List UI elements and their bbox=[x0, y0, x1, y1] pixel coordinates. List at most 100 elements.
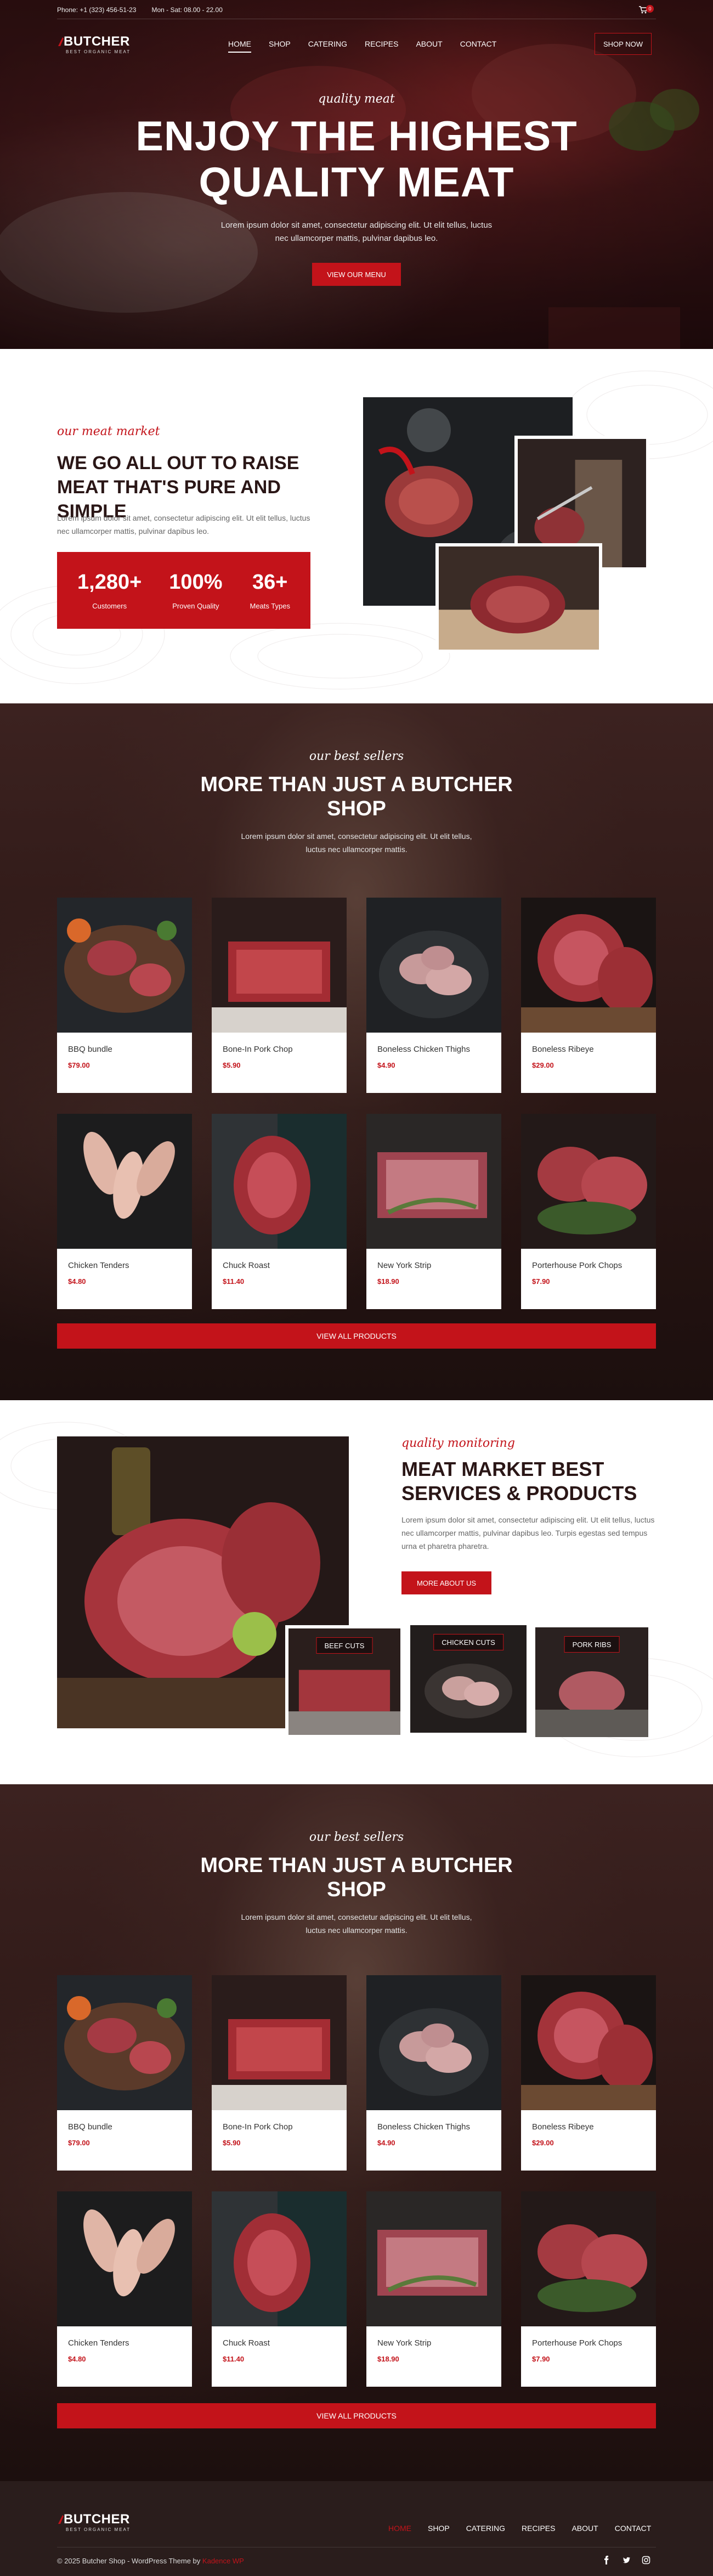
product-card[interactable]: Boneless Ribeye $29.00 bbox=[521, 1975, 656, 2171]
facebook-icon[interactable] bbox=[602, 2556, 611, 2564]
footer-nav-shop[interactable]: SHOP bbox=[428, 2524, 450, 2533]
service-card-chicken-cuts[interactable]: CHICKEN CUTS bbox=[410, 1625, 527, 1733]
bestsellers-eyebrow: our best sellers bbox=[309, 749, 404, 763]
product-name[interactable]: Boneless Chicken Thighs bbox=[377, 1045, 470, 1054]
bestsellers-eyebrow: our best sellers bbox=[309, 1830, 404, 1844]
stat-label: Meats Types bbox=[250, 602, 290, 610]
product-name[interactable]: Bone-In Pork Chop bbox=[223, 1045, 293, 1054]
service-card-pork-ribs[interactable]: PORK RIBS bbox=[535, 1627, 648, 1737]
product-name[interactable]: BBQ bundle bbox=[68, 2122, 112, 2132]
product-price: $4.80 bbox=[68, 2355, 86, 2363]
theme-author-link[interactable]: Kadence WP bbox=[202, 2557, 244, 2565]
product-image bbox=[57, 2191, 192, 2326]
product-name[interactable]: BBQ bundle bbox=[68, 1045, 112, 1054]
hero-content: quality meat ENJOY THE HIGHEST QUALITY M… bbox=[0, 92, 713, 286]
bestsellers-title: MORE THAN JUST A BUTCHER SHOP bbox=[200, 773, 513, 820]
product-card[interactable]: Boneless Chicken Thighs $4.90 bbox=[366, 1975, 501, 2171]
footer-nav-about[interactable]: ABOUT bbox=[571, 2524, 598, 2533]
cart-button[interactable]: 0 bbox=[638, 4, 655, 15]
view-all-products-button[interactable]: VIEW ALL PRODUCTS bbox=[57, 1323, 656, 1349]
stats-box: 1,280+ Customers 100% Proven Quality 36+… bbox=[57, 552, 310, 629]
product-price: $79.00 bbox=[68, 2139, 90, 2147]
nav-item-recipes[interactable]: RECIPES bbox=[365, 40, 398, 48]
product-price: $18.90 bbox=[377, 1277, 399, 1286]
service-label: BEEF CUTS bbox=[316, 1637, 373, 1654]
bestsellers-title: MORE THAN JUST A BUTCHER SHOP bbox=[200, 1854, 513, 1901]
product-card[interactable]: New York Strip $18.90 bbox=[366, 2191, 501, 2387]
product-name[interactable]: Chuck Roast bbox=[223, 2338, 270, 2348]
product-name[interactable]: Bone-In Pork Chop bbox=[223, 2122, 293, 2132]
phone-text[interactable]: Phone: +1 (323) 456-51-23 bbox=[57, 6, 136, 14]
view-menu-button[interactable]: VIEW OUR MENU bbox=[312, 263, 401, 286]
product-card[interactable]: Bone-In Pork Chop $5.90 bbox=[212, 1975, 347, 2171]
product-name[interactable]: Porterhouse Pork Chops bbox=[532, 2338, 622, 2348]
footer-nav-catering[interactable]: CATERING bbox=[466, 2524, 505, 2533]
logo-slash-icon bbox=[58, 2515, 64, 2524]
product-card[interactable]: Chuck Roast $11.40 bbox=[212, 1114, 347, 1309]
nav-item-contact[interactable]: CONTACT bbox=[460, 40, 497, 48]
stat-value: 36+ bbox=[252, 571, 288, 594]
service-card-beef-cuts[interactable]: BEEF CUTS bbox=[285, 1625, 404, 1738]
services-eyebrow: quality monitoring bbox=[401, 1436, 515, 1450]
nav-item-shop[interactable]: SHOP bbox=[269, 40, 291, 48]
main-menu: HOME SHOP CATERING RECIPES ABOUT CONTACT bbox=[228, 40, 497, 53]
footer-nav-contact[interactable]: CONTACT bbox=[615, 2524, 652, 2533]
page: Phone: +1 (323) 456-51-23 Mon - Sat: 08.… bbox=[0, 0, 713, 2576]
product-name[interactable]: Chicken Tenders bbox=[68, 2338, 129, 2348]
product-card[interactable]: Chicken Tenders $4.80 bbox=[57, 2191, 192, 2387]
product-card[interactable]: Boneless Ribeye $29.00 bbox=[521, 898, 656, 1093]
hero-title-line-2: QUALITY MEAT bbox=[199, 159, 514, 206]
logo-name: BUTCHER bbox=[64, 34, 130, 49]
about-section: our meat market WE GO ALL OUT TO RAISE M… bbox=[0, 349, 713, 703]
product-image bbox=[521, 2191, 656, 2326]
shop-now-button[interactable]: SHOP NOW bbox=[595, 33, 652, 55]
footer-nav-home[interactable]: HOME bbox=[388, 2524, 411, 2533]
product-price: $29.00 bbox=[532, 1061, 554, 1069]
product-name[interactable]: Boneless Ribeye bbox=[532, 2122, 594, 2132]
product-card[interactable]: Chicken Tenders $4.80 bbox=[57, 1114, 192, 1309]
product-card[interactable]: BBQ bundle $79.00 bbox=[57, 898, 192, 1093]
product-name[interactable]: Chicken Tenders bbox=[68, 1261, 129, 1270]
product-card[interactable]: Porterhouse Pork Chops $7.90 bbox=[521, 1114, 656, 1309]
top-bar: Phone: +1 (323) 456-51-23 Mon - Sat: 08.… bbox=[57, 4, 656, 16]
nav-item-catering[interactable]: CATERING bbox=[308, 40, 347, 48]
main-navbar: BUTCHER BEST ORGANIC MEAT HOME SHOP CATE… bbox=[57, 32, 656, 59]
site-logo[interactable]: BUTCHER BEST ORGANIC MEAT bbox=[57, 32, 145, 58]
product-card[interactable]: Chuck Roast $11.40 bbox=[212, 2191, 347, 2387]
product-name[interactable]: Chuck Roast bbox=[223, 1261, 270, 1270]
hero-text: Lorem ipsum dolor sit amet, consectetur … bbox=[220, 221, 493, 243]
product-card[interactable]: Boneless Chicken Thighs $4.90 bbox=[366, 898, 501, 1093]
product-image bbox=[521, 1114, 656, 1249]
hero-section: Phone: +1 (323) 456-51-23 Mon - Sat: 08.… bbox=[0, 0, 713, 349]
product-price: $11.40 bbox=[223, 1277, 245, 1286]
bestsellers-section: our best sellers MORE THAN JUST A BUTCHE… bbox=[0, 703, 713, 1400]
about-text: Lorem ipsum dolor sit amet, consectetur … bbox=[57, 514, 310, 536]
product-name[interactable]: Boneless Chicken Thighs bbox=[377, 2122, 470, 2132]
product-card[interactable]: Porterhouse Pork Chops $7.90 bbox=[521, 2191, 656, 2387]
product-card[interactable]: BBQ bundle $79.00 bbox=[57, 1975, 192, 2171]
twitter-icon[interactable] bbox=[622, 2556, 631, 2564]
product-image bbox=[366, 1114, 501, 1249]
product-price: $29.00 bbox=[532, 2139, 554, 2147]
product-image bbox=[57, 1975, 192, 2110]
footer-logo[interactable]: BUTCHER BEST ORGANIC MEAT bbox=[57, 2510, 145, 2536]
product-name[interactable]: Boneless Ribeye bbox=[532, 1045, 594, 1054]
product-price: $18.90 bbox=[377, 2355, 399, 2363]
product-name[interactable]: New York Strip bbox=[377, 1261, 431, 1270]
footer-nav-recipes[interactable]: RECIPES bbox=[522, 2524, 555, 2533]
instagram-icon[interactable] bbox=[642, 2556, 650, 2564]
more-about-us-button[interactable]: MORE ABOUT US bbox=[401, 1571, 491, 1594]
nav-item-about[interactable]: ABOUT bbox=[416, 40, 442, 48]
nav-item-home[interactable]: HOME bbox=[228, 40, 251, 53]
product-name[interactable]: Porterhouse Pork Chops bbox=[532, 1261, 622, 1270]
product-image bbox=[366, 1975, 501, 2110]
stat-proven-quality: 100% Proven Quality bbox=[169, 571, 222, 610]
product-name[interactable]: New York Strip bbox=[377, 2338, 431, 2348]
product-card[interactable]: Bone-In Pork Chop $5.90 bbox=[212, 898, 347, 1093]
hero-title: ENJOY THE HIGHEST QUALITY MEAT bbox=[0, 114, 713, 206]
logo-tagline: BEST ORGANIC MEAT bbox=[66, 2527, 131, 2532]
product-price: $4.80 bbox=[68, 1277, 86, 1286]
view-all-products-button[interactable]: VIEW ALL PRODUCTS bbox=[57, 2403, 656, 2428]
product-card[interactable]: New York Strip $18.90 bbox=[366, 1114, 501, 1309]
product-price: $4.90 bbox=[377, 1061, 395, 1069]
